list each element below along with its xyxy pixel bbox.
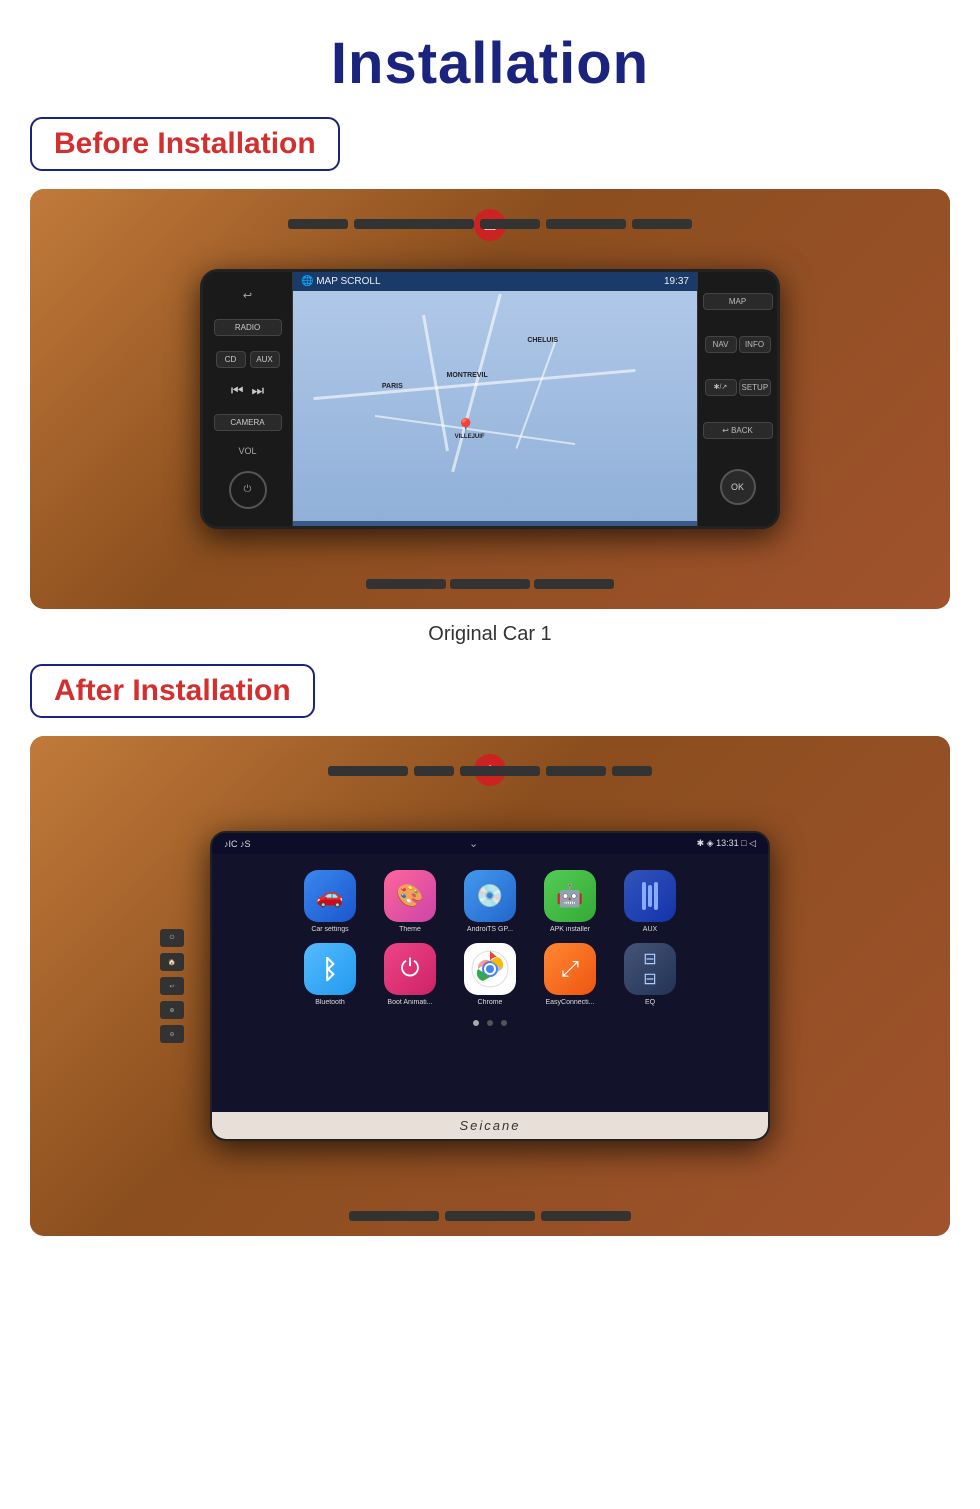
app-bluetooth-label: Bluetooth — [296, 999, 364, 1006]
app-easy-connect-label: EasyConnecti... — [536, 999, 604, 1006]
vent-top — [90, 219, 890, 229]
app-theme-label: Theme — [376, 926, 444, 933]
map-btn: MAP — [703, 293, 773, 310]
next-btn: ⏭ — [252, 382, 265, 399]
map-scroll-label: 🌐 MAP SCROLL — [301, 276, 381, 287]
left-btn-1: ⏻ — [160, 929, 184, 947]
aux-btn: AUX — [250, 351, 280, 368]
app-androids-label: AndroiTS GP... — [456, 926, 524, 933]
app-bluetooth[interactable]: ᛒ Bluetooth — [296, 943, 364, 1006]
status-left: ♪IC ♪S — [224, 839, 251, 849]
after-left-sidebar: ⏻ 🏠 ↩ ⊕ ⊖ — [160, 929, 184, 1043]
city-label-4: VILLEJUIF — [455, 434, 485, 440]
nav-header: 🌐 MAP SCROLL 19:37 — [293, 272, 697, 291]
app-easy-connect[interactable]: ⤢ EasyConnecti... — [536, 943, 604, 1006]
app-aux-label: AUX — [616, 926, 684, 933]
nav-screen: 🌐 MAP SCROLL 19:37 📍 CHELUIS — [293, 272, 697, 526]
nav-left-panel: ↩ RADIO CD AUX ⏮ ⏭ CAMERA VOL ⏻ — [203, 272, 293, 526]
app-car-settings[interactable]: 🚗 Car settings — [296, 870, 364, 933]
prev-btn: ⏮ — [231, 382, 244, 399]
nav-btn: NAV — [705, 336, 737, 353]
app-theme[interactable]: 🎨 Theme — [376, 870, 444, 933]
vol-label: VOL — [238, 446, 256, 456]
nav-map: 📍 CHELUIS MONTREVIL PARIS VILLEJUIF — [293, 291, 697, 521]
app-apk-label: APK installer — [536, 926, 604, 933]
page-dots — [473, 1016, 507, 1030]
dot-2 — [487, 1020, 493, 1026]
oem-nav-unit: ↩ RADIO CD AUX ⏮ ⏭ CAMERA VOL ⏻ — [200, 269, 780, 529]
left-btn-4: ⊕ — [160, 1001, 184, 1019]
app-row-2: ᛒ Bluetooth ⏻ Boot Animati... — [296, 943, 684, 1006]
nav-right-panel: MAP NAV INFO ✱/↗ SETUP ↩ BACK OK — [697, 272, 777, 526]
back-btn: ↩ BACK — [703, 422, 773, 439]
dot-1 — [473, 1020, 479, 1026]
before-installation-badge: Before Installation — [30, 117, 340, 171]
app-eq-label: EQ — [616, 999, 684, 1006]
city-label-2: MONTREVIL — [447, 372, 488, 379]
after-installation-image: ⚠ ⏻ 🏠 ↩ ⊕ ⊖ ♪IC ♪S — [30, 736, 950, 1236]
page-title: Installation — [331, 30, 649, 97]
nav-time: 19:37 — [664, 276, 689, 287]
city-label-1: CHELUIS — [527, 337, 558, 344]
android-statusbar: ♪IC ♪S ⌄ ✱ ◈ 13:31 □ ◁ — [212, 833, 768, 854]
app-boot-animation-label: Boot Animati... — [376, 999, 444, 1006]
chevron-down-icon: ⌄ — [469, 837, 478, 850]
left-btn-2: 🏠 — [160, 953, 184, 971]
android-main: 🚗 Car settings 🎨 Theme 💿 AndroiTS GP... — [212, 854, 768, 1112]
before-caption: Original Car 1 — [428, 623, 551, 646]
status-right: ✱ ◈ 13:31 □ ◁ — [697, 838, 756, 849]
vent-bottom-after — [349, 1211, 631, 1221]
camera-btn: CAMERA — [214, 414, 282, 431]
radio-btn: RADIO — [214, 319, 282, 336]
app-chrome-label: Chrome — [456, 999, 524, 1006]
dot-3 — [501, 1020, 507, 1026]
app-eq[interactable]: ⊟⊟ EQ — [616, 943, 684, 1006]
info-btn: INFO — [739, 336, 771, 353]
after-installation-badge: After Installation — [30, 664, 315, 718]
city-label-3: PARIS — [382, 383, 403, 390]
app-chrome[interactable]: Chrome — [456, 943, 524, 1006]
power-btn: ⏻ — [229, 471, 267, 509]
app-aux[interactable]: AUX — [616, 870, 684, 933]
seicane-brand-bar: Seicane — [212, 1112, 768, 1139]
setup-btn: SETUP — [739, 379, 771, 396]
ok-btn: OK — [720, 469, 756, 505]
left-btn-5: ⊖ — [160, 1025, 184, 1043]
android-head-unit: ♪IC ♪S ⌄ ✱ ◈ 13:31 □ ◁ 🚗 Car settings — [210, 831, 770, 1141]
settings-btn: ✱/↗ — [705, 379, 737, 396]
seicane-label: Seicane — [460, 1118, 521, 1133]
app-car-settings-label: Car settings — [296, 926, 364, 933]
left-btn-3: ↩ — [160, 977, 184, 995]
app-apk-installer[interactable]: 🤖 APK installer — [536, 870, 604, 933]
cd-btn: CD — [216, 351, 246, 368]
app-androids-gp[interactable]: 💿 AndroiTS GP... — [456, 870, 524, 933]
app-row-1: 🚗 Car settings 🎨 Theme 💿 AndroiTS GP... — [296, 870, 684, 933]
vent-top-after — [90, 766, 890, 776]
before-installation-image: ⚠ ↩ RADIO CD AUX — [30, 189, 950, 609]
vent-bottom — [366, 579, 614, 589]
app-boot-animation[interactable]: ⏻ Boot Animati... — [376, 943, 444, 1006]
